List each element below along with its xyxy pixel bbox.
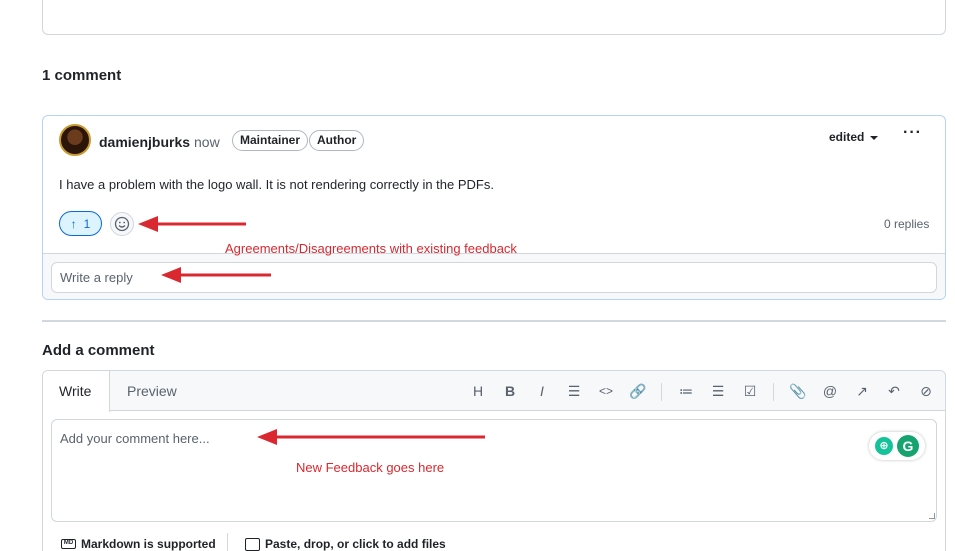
attach-files-button[interactable]: Paste, drop, or click to add files [245, 537, 446, 551]
replies-count: 0 replies [884, 217, 930, 231]
section-divider [42, 320, 946, 322]
markdown-label: Markdown is supported [81, 537, 216, 551]
maintainer-badge: Maintainer [232, 130, 309, 151]
slash-command-icon[interactable]: ⊘ [917, 382, 935, 400]
chevron-down-icon [870, 135, 879, 140]
comments-count-heading: 1 comment [42, 67, 122, 84]
comment-editor: Write Preview H B I ☰ <> 🔗 ≔ ☰ ☑ 📎 @ ↗ ↶ ⊘ Add your c… [42, 370, 946, 551]
italic-icon[interactable]: I [533, 382, 551, 400]
bold-icon[interactable]: B [501, 382, 519, 400]
footer-divider [227, 533, 228, 551]
image-icon [245, 537, 260, 551]
resize-handle-icon[interactable] [929, 513, 935, 519]
markdown-icon: MD [61, 539, 76, 549]
mention-icon[interactable]: @ [821, 382, 839, 400]
ordered-list-icon[interactable]: ≔ [677, 382, 695, 400]
editor-tabbar: Write Preview H B I ☰ <> 🔗 ≔ ☰ ☑ 📎 @ ↗ ↶ ⊘ [43, 371, 945, 412]
quote-icon[interactable]: ☰ [565, 382, 583, 400]
editor-footer: MD Markdown is supported Paste, drop, or… [43, 533, 945, 551]
annotation-arrow-reaction [138, 216, 246, 232]
comment-body: I have a problem with the logo wall. It … [59, 177, 494, 192]
annotation-agreements: Agreements/Disagreements with existing f… [225, 241, 517, 256]
avatar[interactable] [59, 124, 91, 156]
add-reaction-button[interactable] [110, 212, 134, 236]
toolbar-separator [661, 383, 662, 401]
link-icon[interactable]: 🔗 [629, 382, 647, 400]
task-list-icon[interactable]: ☑ [741, 382, 759, 400]
undo-icon[interactable]: ↶ [885, 382, 903, 400]
upvote-reaction-button[interactable]: ↑ 1 [59, 211, 102, 236]
author-badge: Author [309, 130, 365, 151]
comment-textarea[interactable]: Add your comment here... [51, 419, 937, 522]
comment-author[interactable]: damienjburks [99, 134, 190, 150]
paste-label: Paste, drop, or click to add files [265, 537, 446, 551]
reaction-count: 1 [83, 216, 91, 231]
lightbulb-icon: ⊕ [875, 437, 893, 455]
toolbar-separator [773, 383, 774, 401]
reference-icon[interactable]: ↗ [853, 382, 871, 400]
heading-icon[interactable]: H [469, 382, 487, 400]
tab-preview[interactable]: Preview [111, 371, 193, 412]
unordered-list-icon[interactable]: ☰ [709, 382, 727, 400]
edited-label: edited [829, 130, 865, 144]
grammarly-widget[interactable]: ⊕ G [869, 432, 925, 460]
previous-card [42, 0, 946, 35]
arrow-up-icon: ↑ [70, 216, 77, 231]
markdown-supported-link[interactable]: MD Markdown is supported [61, 537, 216, 551]
add-comment-heading: Add a comment [42, 342, 155, 359]
annotation-new-feedback: New Feedback goes here [296, 460, 445, 475]
annotation-arrow-new-feedback [257, 429, 485, 445]
smiley-icon [114, 216, 130, 232]
tab-write[interactable]: Write [43, 371, 110, 412]
code-icon[interactable]: <> [597, 382, 615, 400]
more-options-icon[interactable]: ··· [903, 124, 922, 142]
attach-icon[interactable]: 📎 [789, 382, 807, 400]
grammarly-logo-icon: G [897, 435, 919, 457]
edited-dropdown[interactable]: edited [829, 130, 879, 144]
annotation-arrow-reply [161, 267, 271, 283]
comment-time[interactable]: now [194, 134, 220, 150]
